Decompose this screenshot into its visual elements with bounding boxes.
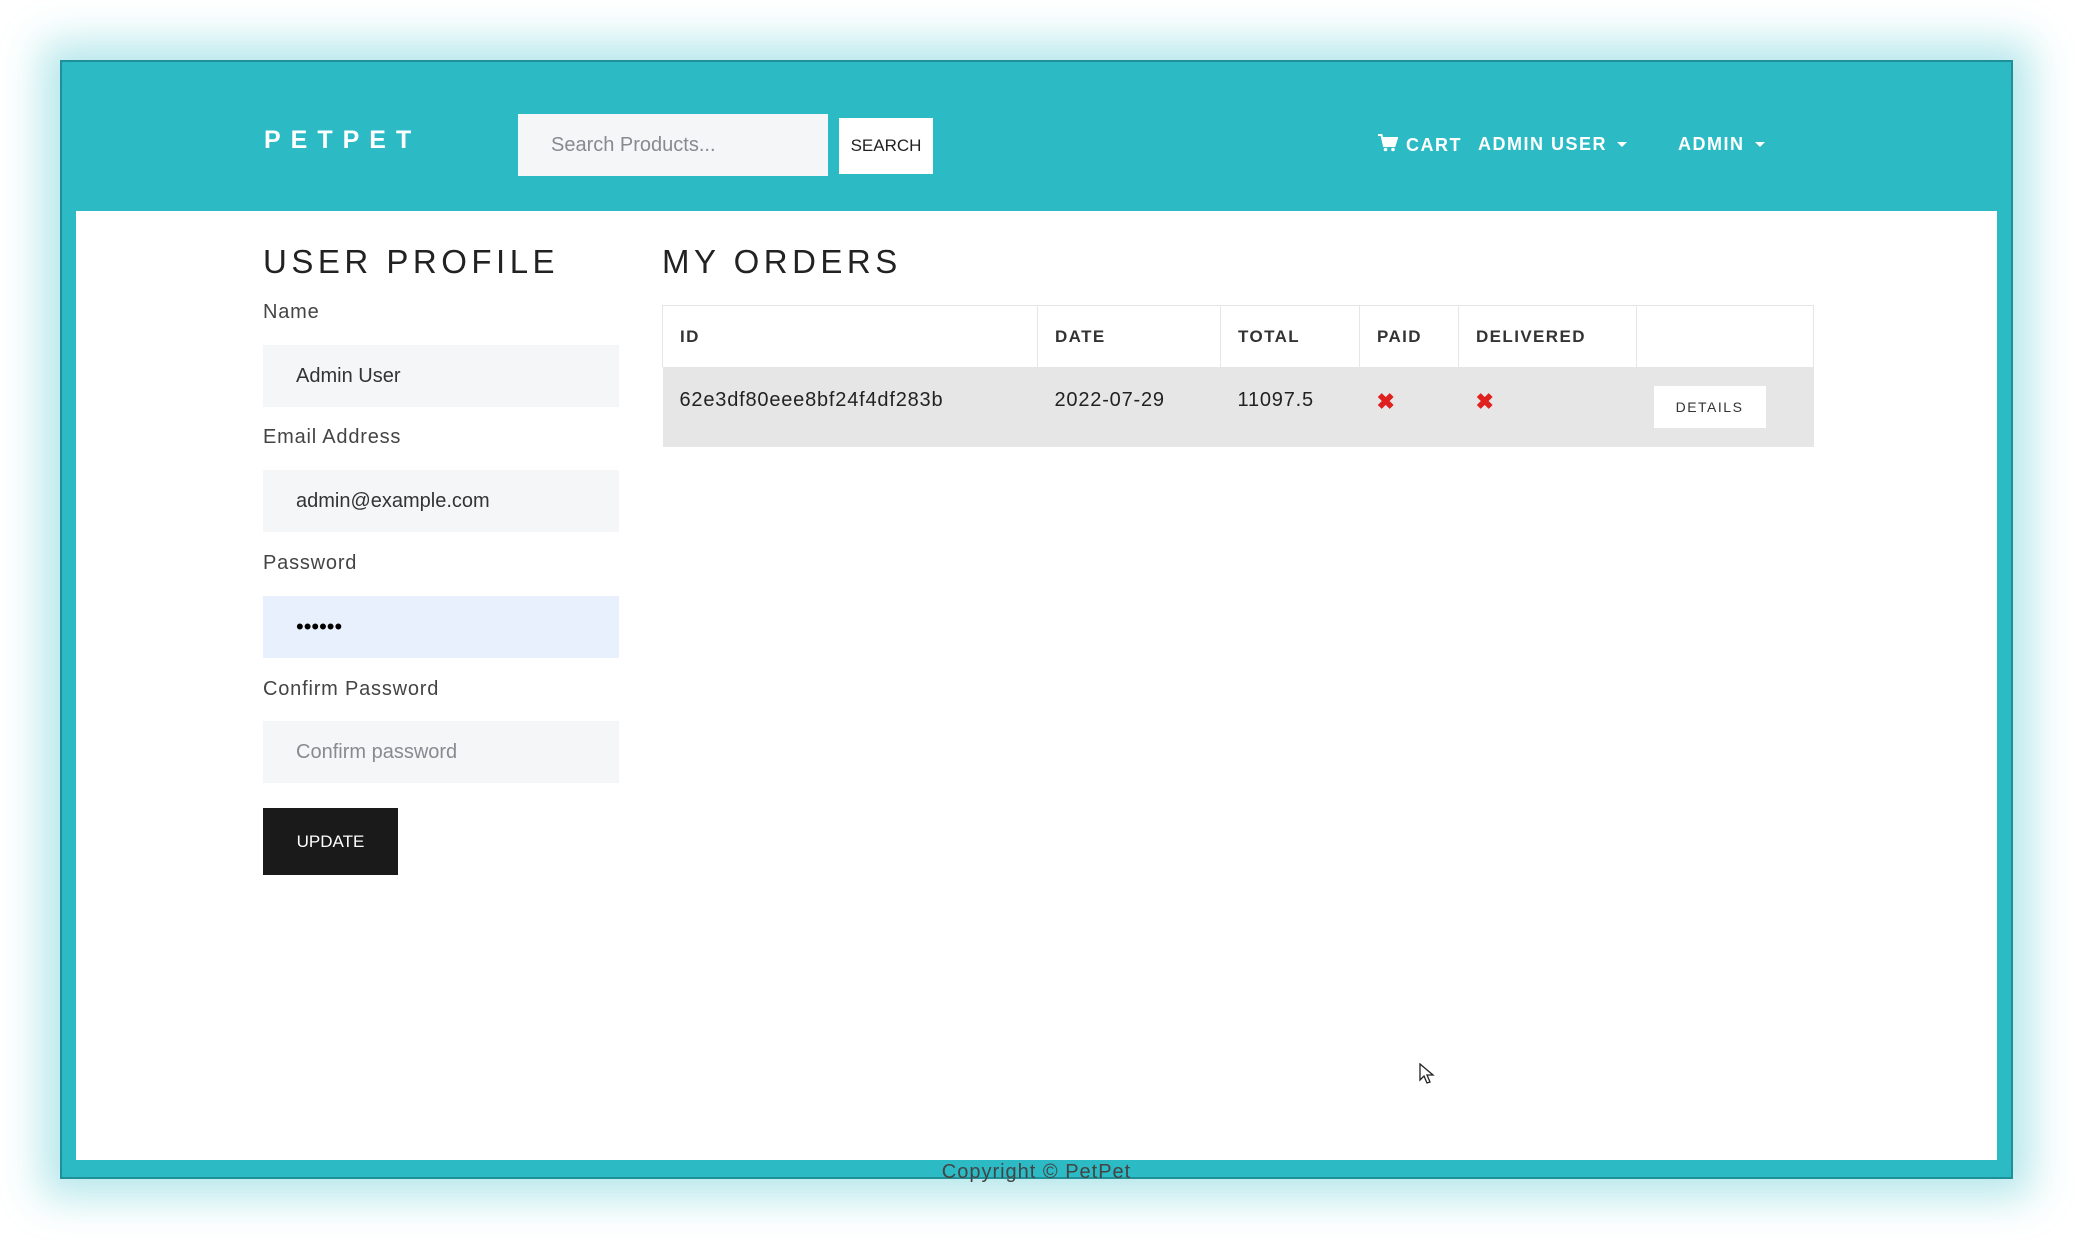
order-paid-cell: ✖ <box>1359 367 1459 447</box>
name-label: Name <box>263 301 320 323</box>
nav-cart-link[interactable]: CART <box>1378 134 1462 157</box>
details-button[interactable]: DETAILS <box>1653 386 1766 428</box>
email-field[interactable] <box>263 470 619 532</box>
page-content: USER PROFILE Name Email Address Password… <box>76 211 1997 1183</box>
column-header-actions <box>1636 305 1814 367</box>
footer-copyright: Copyright © PetPet <box>941 1161 1132 1183</box>
order-date-cell: 2022-07-29 <box>1037 367 1221 447</box>
user-menu-dropdown[interactable]: ADMIN USER <box>1478 134 1628 155</box>
name-field[interactable] <box>263 345 619 407</box>
shopping-cart-icon <box>1378 134 1399 157</box>
column-header-delivered: DELIVERED <box>1458 305 1637 367</box>
confirm-password-label: Confirm Password <box>263 678 440 700</box>
cart-label: CART <box>1406 135 1462 155</box>
column-header-id: ID <box>662 305 1038 367</box>
mouse-cursor-icon <box>1419 1063 1435 1084</box>
caret-down-icon <box>1754 142 1765 147</box>
search-input[interactable] <box>518 114 828 176</box>
confirm-password-field[interactable] <box>263 721 619 783</box>
update-button[interactable]: UPDATE <box>263 808 398 875</box>
column-header-date: DATE <box>1037 305 1221 367</box>
orders-table: ID DATE TOTAL PAID DELIVERED 62e3df80eee… <box>662 305 1814 447</box>
table-row: 62e3df80eee8bf24f4df283b 2022-07-29 1109… <box>662 367 1814 447</box>
brand-logo[interactable]: PETPET <box>264 126 421 155</box>
close-icon: ✖ <box>1475 389 1495 414</box>
caret-down-icon <box>1617 142 1628 147</box>
close-icon: ✖ <box>1376 389 1396 414</box>
user-profile-title: USER PROFILE <box>263 243 560 280</box>
column-header-paid: PAID <box>1359 305 1459 367</box>
navbar: PETPET SEARCH CART ADMIN USER ADMIN <box>62 62 2011 211</box>
column-header-total: TOTAL <box>1220 305 1360 367</box>
password-label: Password <box>263 552 358 574</box>
order-actions-cell: DETAILS <box>1636 367 1814 447</box>
admin-menu-dropdown[interactable]: ADMIN <box>1678 134 1765 155</box>
search-button[interactable]: SEARCH <box>839 118 933 174</box>
email-label: Email Address <box>263 426 402 448</box>
my-orders-title: MY ORDERS <box>662 243 902 280</box>
order-delivered-cell: ✖ <box>1458 367 1637 447</box>
admin-menu-label: ADMIN <box>1678 134 1745 154</box>
user-menu-label: ADMIN USER <box>1478 134 1608 154</box>
browser-frame: PETPET SEARCH CART ADMIN USER ADMIN USE <box>60 60 2013 1183</box>
order-total-cell: 11097.5 <box>1220 367 1360 447</box>
order-id-cell: 62e3df80eee8bf24f4df283b <box>662 367 1038 447</box>
table-header-row: ID DATE TOTAL PAID DELIVERED <box>662 305 1814 367</box>
password-field[interactable] <box>263 596 619 658</box>
